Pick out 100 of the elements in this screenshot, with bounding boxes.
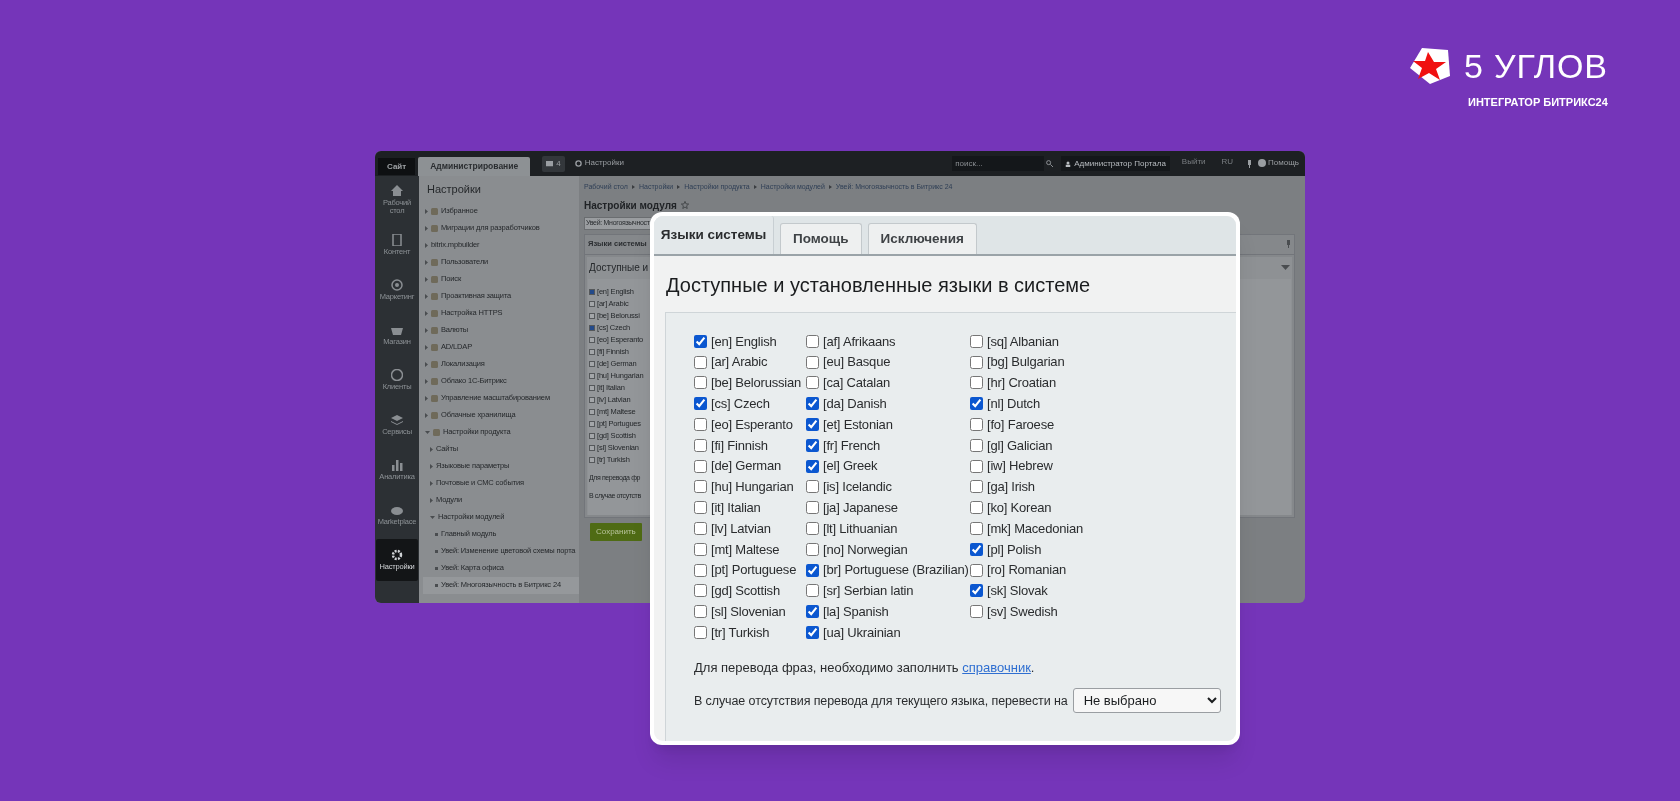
user-button[interactable]: Администратор Портала (1061, 156, 1170, 171)
checkbox[interactable] (694, 542, 707, 556)
checkbox[interactable] (589, 396, 595, 403)
collapsed-arrow-icon[interactable] (430, 446, 433, 452)
checkbox[interactable] (970, 438, 983, 452)
checkbox[interactable] (970, 605, 983, 619)
checkbox[interactable] (694, 418, 707, 432)
checkbox[interactable] (806, 542, 819, 556)
dialog-tab[interactable]: Помощь (780, 223, 862, 254)
dialog-tab[interactable]: Исключения (867, 223, 977, 254)
checkbox[interactable] (589, 456, 595, 463)
checkbox[interactable] (694, 626, 707, 640)
collapsed-arrow-icon[interactable] (430, 463, 433, 469)
collapsed-arrow-icon[interactable] (425, 276, 428, 282)
checkbox[interactable] (694, 459, 707, 473)
checkbox[interactable] (806, 355, 819, 369)
collapsed-arrow-icon[interactable] (425, 412, 428, 418)
checkbox[interactable] (589, 348, 595, 355)
collapsed-arrow-icon[interactable] (425, 208, 428, 214)
checkbox[interactable] (806, 418, 819, 432)
collapsed-arrow-icon[interactable] (425, 242, 428, 248)
checkbox[interactable] (970, 397, 983, 411)
dialog-tab[interactable]: Языки системы (654, 216, 774, 254)
checkbox[interactable] (589, 420, 595, 427)
collapsed-arrow-icon[interactable] (430, 497, 433, 503)
checkbox[interactable] (589, 384, 595, 391)
collapsed-arrow-icon[interactable] (425, 344, 428, 350)
checkbox[interactable] (970, 584, 983, 598)
chevron-down-icon[interactable] (1281, 264, 1290, 270)
collapsed-arrow-icon[interactable] (425, 378, 428, 384)
collapsed-arrow-icon[interactable] (425, 310, 428, 316)
checkbox[interactable] (589, 432, 595, 439)
checkbox[interactable] (806, 501, 819, 515)
pin-icon[interactable] (1247, 160, 1253, 168)
checkbox[interactable] (970, 542, 983, 556)
checkbox[interactable] (589, 300, 595, 307)
checkbox[interactable] (806, 563, 819, 577)
collapsed-arrow-icon[interactable] (425, 259, 428, 265)
checkbox[interactable] (970, 418, 983, 432)
checkbox[interactable] (806, 376, 819, 390)
checkbox[interactable] (970, 522, 983, 536)
checkbox[interactable] (589, 360, 595, 367)
directory-link[interactable]: справочник (962, 659, 1031, 675)
checkbox[interactable] (970, 376, 983, 390)
checkbox[interactable] (970, 501, 983, 515)
checkbox[interactable] (694, 501, 707, 515)
collapsed-arrow-icon[interactable] (430, 480, 433, 486)
checkbox[interactable] (694, 376, 707, 390)
star-icon[interactable] (680, 201, 689, 209)
sidebar-title: Настройки (426, 182, 482, 197)
checkbox[interactable] (806, 459, 819, 473)
checkbox[interactable] (589, 408, 595, 415)
language-label: [fi] Finnish (711, 436, 768, 455)
collapsed-arrow-icon[interactable] (425, 293, 428, 299)
checkbox[interactable] (694, 563, 707, 577)
save-button[interactable]: Сохранить (590, 522, 642, 541)
expanded-arrow-icon[interactable] (430, 515, 435, 519)
checkbox[interactable] (694, 334, 707, 348)
collapsed-arrow-icon[interactable] (425, 327, 428, 333)
top-tab[interactable]: Сайт (378, 158, 416, 175)
checkbox[interactable] (806, 438, 819, 452)
settings-link[interactable]: Настройки (574, 157, 624, 169)
logo-name: 5 УГЛОВ (1464, 47, 1608, 85)
collapsed-arrow-icon[interactable] (425, 225, 428, 231)
checkbox[interactable] (694, 605, 707, 619)
checkbox[interactable] (970, 355, 983, 369)
checkbox[interactable] (694, 522, 707, 536)
checkbox[interactable] (806, 522, 819, 536)
checkbox[interactable] (694, 397, 707, 411)
collapsed-arrow-icon[interactable] (425, 361, 428, 367)
checkbox[interactable] (806, 480, 819, 494)
search-field[interactable]: поиск... (952, 156, 1045, 171)
checkbox[interactable] (694, 584, 707, 598)
language-selector[interactable]: RU (1221, 156, 1234, 168)
checkbox[interactable] (806, 605, 819, 619)
checkbox[interactable] (970, 563, 983, 577)
help-link[interactable]: Помощь (1258, 157, 1299, 169)
bullet-icon (435, 532, 438, 536)
checkbox[interactable] (589, 324, 595, 331)
checkbox[interactable] (589, 444, 595, 451)
checkbox[interactable] (970, 480, 983, 494)
expanded-arrow-icon[interactable] (425, 430, 430, 434)
checkbox[interactable] (806, 584, 819, 598)
checkbox[interactable] (970, 334, 983, 348)
notification-counter[interactable]: 4 (542, 156, 565, 172)
logout-link[interactable]: Выйти (1181, 156, 1206, 168)
checkbox[interactable] (589, 336, 595, 343)
top-tab[interactable]: Администрирование (418, 157, 531, 176)
checkbox[interactable] (589, 288, 595, 295)
checkbox[interactable] (589, 312, 595, 319)
checkbox[interactable] (694, 438, 707, 452)
checkbox[interactable] (589, 372, 595, 379)
checkbox[interactable] (970, 459, 983, 473)
checkbox[interactable] (806, 397, 819, 411)
checkbox[interactable] (694, 480, 707, 494)
checkbox[interactable] (806, 334, 819, 348)
collapsed-arrow-icon[interactable] (425, 395, 428, 401)
checkbox[interactable] (806, 626, 819, 640)
fallback-language-select[interactable]: Не выбрано (1072, 688, 1221, 714)
checkbox[interactable] (694, 355, 707, 369)
